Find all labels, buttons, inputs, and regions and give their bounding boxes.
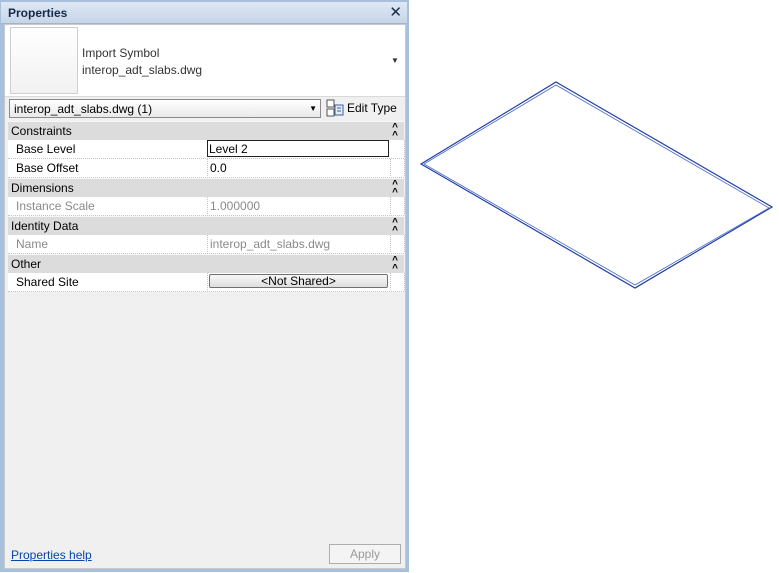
edit-type-button[interactable]: Edit Type <box>325 98 401 118</box>
palette-title: Properties <box>8 6 68 20</box>
slab-edge-outer <box>419 81 774 289</box>
param-name: Base Level <box>16 142 76 156</box>
collapse-icon[interactable]: ^ ^ <box>392 256 398 274</box>
param-row-shared-site: Shared Site <Not Shared> <box>8 273 405 292</box>
grid-cell <box>390 273 405 290</box>
base-level-field[interactable]: Level 2 <box>207 140 389 157</box>
group-label: Constraints <box>11 124 72 138</box>
grid-cell <box>390 159 405 176</box>
edit-type-label: Edit Type <box>347 101 397 115</box>
grid-cell <box>390 235 405 252</box>
param-name: Shared Site <box>16 275 79 289</box>
family-name: Import Symbol <box>82 46 160 60</box>
param-name: Base Offset <box>16 161 79 175</box>
properties-palette: Properties ✕ Import Symbol interop_adt_s… <box>0 0 409 572</box>
shared-site-button[interactable]: <Not Shared> <box>209 274 388 288</box>
param-value: interop_adt_slabs.dwg <box>210 237 331 251</box>
param-row-base-level: Base Level Level 2 <box>8 140 405 159</box>
collapse-icon[interactable]: ^ ^ <box>392 218 398 236</box>
param-row-name: Name interop_adt_slabs.dwg <box>8 235 405 254</box>
name-field: interop_adt_slabs.dwg <box>207 235 391 252</box>
group-label: Other <box>11 257 42 271</box>
chevron-down-icon: ▼ <box>309 104 317 113</box>
close-icon[interactable]: ✕ <box>389 3 402 21</box>
chevron-down-icon[interactable]: ▼ <box>391 56 399 65</box>
param-value: 1.000000 <box>210 199 261 213</box>
grid-cell <box>390 197 405 214</box>
type-preview-image <box>10 27 78 94</box>
grid-cell <box>390 140 405 157</box>
group-label: Dimensions <box>11 181 74 195</box>
type-name: interop_adt_slabs.dwg <box>82 63 203 77</box>
type-selector-preview[interactable]: Import Symbol interop_adt_slabs.dwg ▼ <box>5 25 405 97</box>
base-offset-field[interactable]: 0.0 <box>207 159 391 176</box>
group-identity-data[interactable]: Identity Data ^ ^ <box>8 216 404 236</box>
edit-type-icon <box>326 99 344 117</box>
group-label: Identity Data <box>11 219 79 233</box>
group-other[interactable]: Other ^ ^ <box>8 254 404 274</box>
properties-help-link[interactable]: Properties help <box>11 548 92 562</box>
param-value: Level 2 <box>209 142 248 156</box>
param-value: 0.0 <box>210 161 227 175</box>
param-name: Name <box>16 237 49 251</box>
collapse-icon[interactable]: ^ ^ <box>392 180 398 198</box>
param-row-base-offset: Base Offset 0.0 <box>8 159 405 178</box>
instance-filter-dropdown[interactable]: interop_adt_slabs.dwg (1) ▼ <box>9 99 321 118</box>
param-name: Instance Scale <box>16 199 95 213</box>
collapse-icon[interactable]: ^ ^ <box>392 123 398 141</box>
param-row-instance-scale: Instance Scale 1.000000 <box>8 197 405 216</box>
group-constraints[interactable]: Constraints ^ ^ <box>8 121 404 141</box>
shared-site-cell: <Not Shared> <box>207 273 391 290</box>
instance-scale-field: 1.000000 <box>207 197 391 214</box>
instance-filter-value: interop_adt_slabs.dwg (1) <box>14 102 153 116</box>
palette-body: Import Symbol interop_adt_slabs.dwg ▼ in… <box>4 24 406 569</box>
apply-button[interactable]: Apply <box>329 544 401 564</box>
slab-outline-drawing[interactable] <box>415 75 777 295</box>
group-dimensions[interactable]: Dimensions ^ ^ <box>8 178 404 198</box>
slab-edge-inner <box>423 84 770 286</box>
palette-titlebar[interactable]: Properties ✕ <box>1 2 407 24</box>
palette-footer: Properties help Apply <box>5 540 405 568</box>
properties-grid: Constraints ^ ^ Base Level Level 2 Base O… <box>8 121 405 292</box>
